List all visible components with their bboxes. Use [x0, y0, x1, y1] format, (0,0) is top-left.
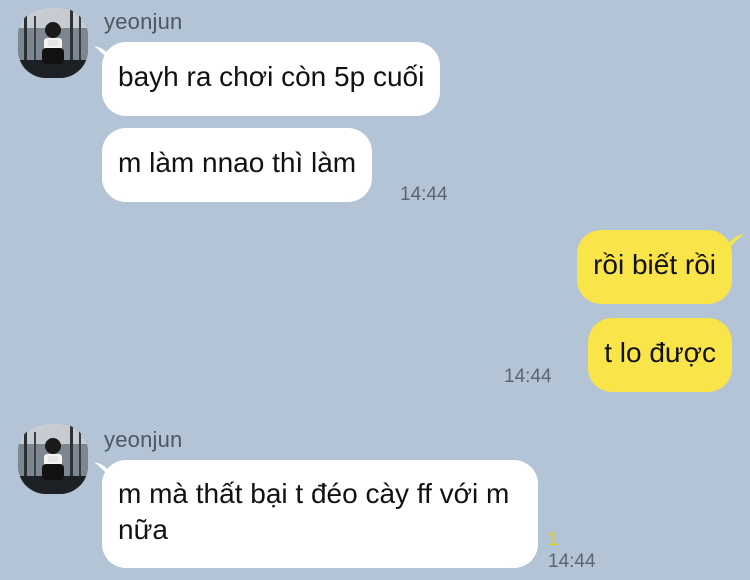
- message-text: m mà thất bại t đéo cày ff với m nữa: [118, 478, 510, 545]
- message-time: 14:44: [400, 184, 448, 205]
- sender-name: yeonjun: [104, 427, 183, 452]
- message-bubble[interactable]: rồi biết rồi: [577, 230, 732, 304]
- message-bubble[interactable]: bayh ra chơi còn 5p cuối: [102, 42, 441, 116]
- message-time: 14:44: [548, 551, 596, 572]
- message-text: m làm nnao thì làm: [118, 147, 357, 178]
- profile-photo-icon: [18, 8, 88, 78]
- unread-count: 1: [548, 529, 559, 549]
- message-text: rồi biết rồi: [593, 249, 716, 280]
- contact-avatar[interactable]: [18, 8, 88, 78]
- message-text: bayh ra chơi còn 5p cuối: [118, 61, 425, 92]
- bubble-tail: [726, 234, 744, 252]
- message-bubble[interactable]: m mà thất bại t đéo cày ff với m nữa: [102, 460, 538, 568]
- sender-name: yeonjun: [104, 9, 183, 34]
- message-bubble[interactable]: m làm nnao thì làm: [102, 128, 373, 202]
- chat-area[interactable]: yeonjun bayh ra chơi còn 5p cuối m làm n…: [0, 0, 750, 580]
- message-text: t lo được: [604, 337, 716, 368]
- message-bubble[interactable]: t lo được: [588, 318, 732, 392]
- profile-photo-icon: [18, 424, 88, 494]
- contact-avatar[interactable]: [18, 424, 88, 494]
- message-time: 14:44: [504, 366, 552, 387]
